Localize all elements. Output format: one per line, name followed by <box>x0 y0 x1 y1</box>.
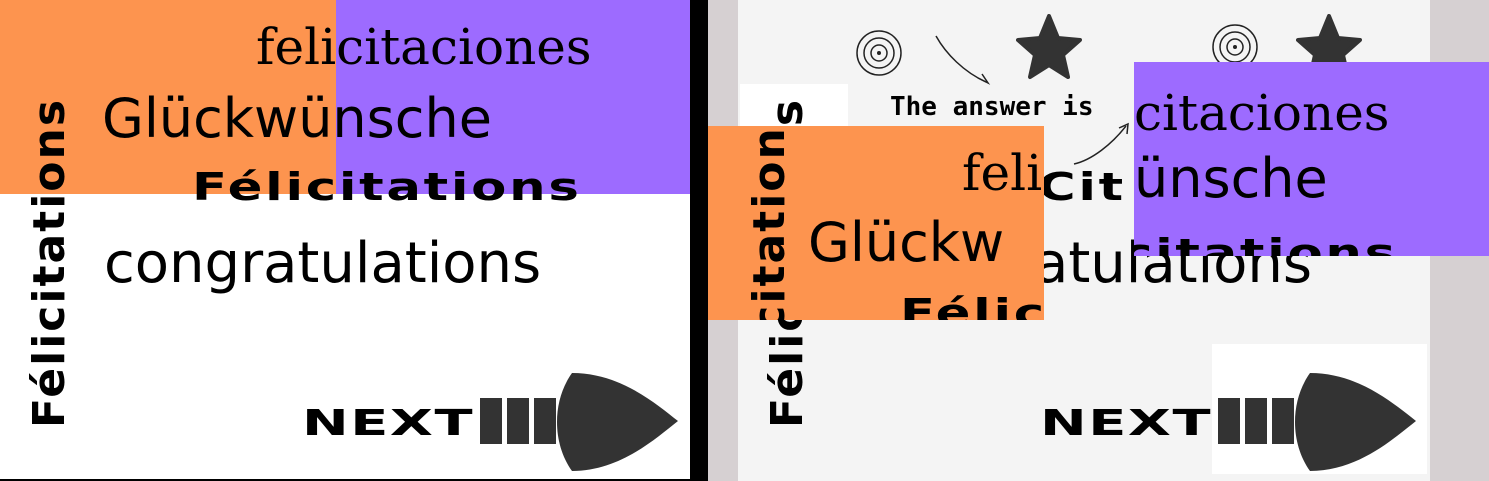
french-word: Félicitations <box>192 165 582 209</box>
curved-arrow-icon <box>935 35 991 85</box>
right-card: Félicitations The answer is atulations C… <box>708 0 1489 481</box>
left-card: Félicitations felicitaciones Glückwünsch… <box>0 0 690 481</box>
french-back: citations <box>1134 231 1398 256</box>
german-front: Glückw <box>808 211 1005 274</box>
german-word: Glückwünsche <box>102 87 492 150</box>
orange-block: Félicitations feli Glückw Félic <box>708 126 1044 320</box>
english-word: congratulations <box>104 231 542 296</box>
spiral-icon <box>856 30 902 76</box>
star-icon <box>1016 14 1082 79</box>
next-label[interactable]: NEXT <box>1040 403 1212 444</box>
french-mid: Cit <box>1038 165 1126 209</box>
curved-arrow-icon <box>1073 122 1129 165</box>
next-arrow-icon[interactable] <box>1218 373 1418 471</box>
next-arrow-icon[interactable] <box>480 373 680 471</box>
french-front: Félic <box>900 291 1044 320</box>
next-label[interactable]: NEXT <box>302 403 474 444</box>
purple-block: citaciones ünsche citations <box>1134 62 1489 256</box>
spanish-word: felicitaciones <box>256 18 592 76</box>
answer-text: The answer is <box>890 92 1094 122</box>
spanish-front: feli <box>962 144 1043 202</box>
german-back: ünsche <box>1134 147 1328 210</box>
vertical-felicitations: Félicitations <box>24 97 75 428</box>
spanish-back: citaciones <box>1134 84 1390 142</box>
vertical-felicitations-overlay: Félicitations <box>744 126 795 320</box>
